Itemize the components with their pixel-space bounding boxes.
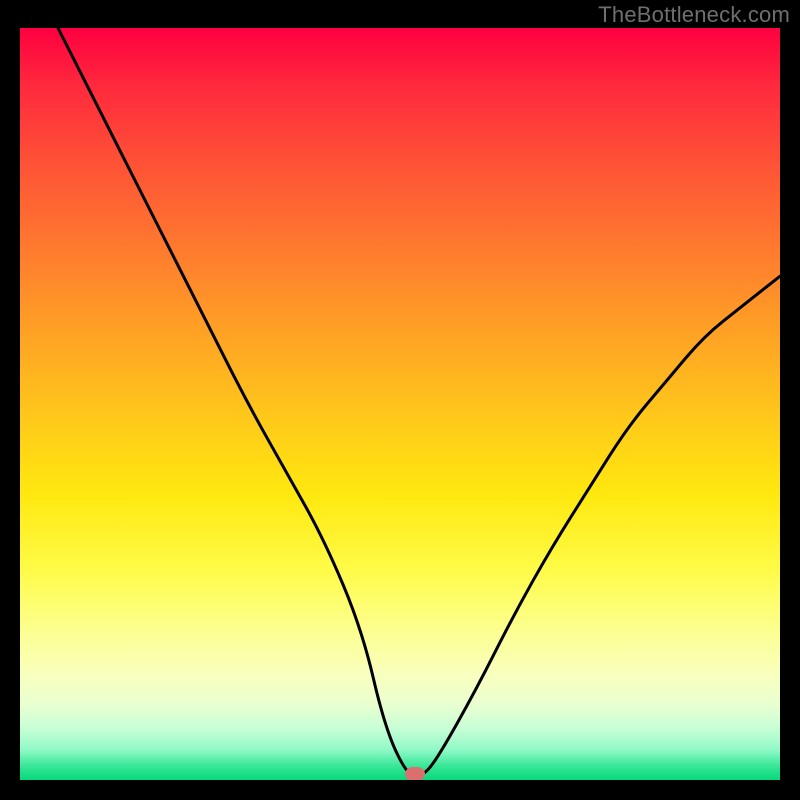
chart-frame: TheBottleneck.com	[0, 0, 800, 800]
watermark-text: TheBottleneck.com	[598, 2, 790, 28]
bottleneck-curve-path	[58, 28, 780, 776]
bottleneck-curve-svg	[20, 28, 780, 780]
optimal-point-marker	[405, 767, 425, 780]
plot-area	[20, 28, 780, 780]
